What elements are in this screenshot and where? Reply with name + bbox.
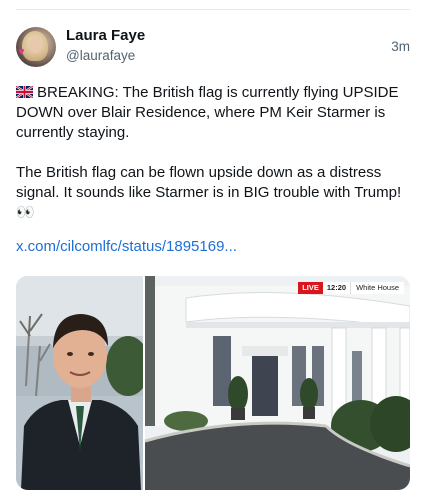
post-timestamp[interactable]: 3m [391,39,410,54]
video-thumbnail[interactable]: LIVE 12:20 White House [16,276,410,490]
author-name[interactable]: Laura Faye [66,27,145,44]
live-location: White House [350,282,404,294]
post-body: BREAKING: The British flag is currently … [16,83,412,243]
live-badge: LIVE [298,282,323,294]
live-time: 12:20 [322,282,351,294]
avatar[interactable]: ♥ [16,27,56,67]
post-header: ♥ Laura Faye @laurafaye 3m [16,27,410,71]
uk-flag-icon [16,86,33,98]
post-paragraph-1-text: BREAKING: The British flag is currently … [16,84,399,141]
heart-icon: ♥ [18,46,25,58]
post-paragraph-2: The British flag can be flown upside dow… [16,164,402,221]
live-indicator: LIVE 12:20 White House [298,282,404,294]
post-paragraph-1: BREAKING: The British flag is currently … [16,83,412,143]
news-video-still [16,276,410,490]
author-handle[interactable]: @laurafaye [66,48,135,63]
post-link[interactable]: x.com/cilcomlfc/status/1895169... [16,238,237,255]
top-divider [16,9,410,10]
